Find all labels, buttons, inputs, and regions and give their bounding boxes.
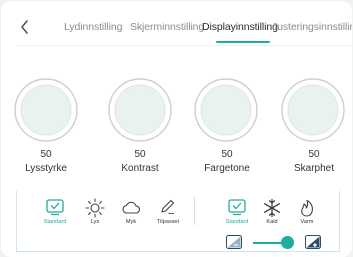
backlight-slider-thumb[interactable] (281, 236, 294, 249)
color-temp-kald[interactable]: Kald (254, 198, 290, 232)
snowflake-icon (263, 198, 280, 218)
color-temp-standard[interactable]: Standard (219, 198, 255, 232)
color-temp-label: Varm (300, 219, 314, 225)
tab-justeringsinnstilling[interactable]: Justeringsinnstilling (272, 21, 352, 33)
contrast-label: Kontrast (121, 163, 159, 174)
picture-mode-standard[interactable]: Standard (37, 198, 73, 232)
flame-icon (301, 199, 313, 217)
picture-mode-label: Tilpasset (156, 219, 180, 225)
sharpness-dial[interactable] (279, 76, 347, 144)
picture-mode-lys[interactable]: Lys (77, 198, 113, 232)
hue-value: 50 (221, 149, 233, 160)
back-arrow-icon[interactable] (15, 17, 35, 37)
hue-dial[interactable] (192, 76, 260, 144)
tab-skjerminnstilling[interactable]: Skjerminnstilling (130, 21, 204, 33)
check-monitor-icon (228, 199, 246, 216)
mode-divider (194, 197, 195, 225)
backlight-increase-icon[interactable] (305, 235, 321, 249)
pencil-icon (161, 199, 175, 215)
contrast-value: 50 (134, 149, 146, 160)
brightness-value: 50 (40, 149, 52, 160)
sharpness-value: 50 (308, 149, 320, 160)
active-tab-indicator (216, 41, 270, 43)
sun-icon (85, 198, 105, 218)
sharpness-label: Skarphet (293, 163, 335, 174)
tab-lydinnstilling[interactable]: Lydinnstilling (64, 21, 122, 33)
cloud-icon (122, 201, 141, 214)
contrast-dial[interactable] (106, 76, 174, 144)
picture-mode-myk[interactable]: Myk (113, 198, 149, 232)
brightness-dial[interactable] (12, 76, 80, 144)
settings-panel: Lydinnstilling Skjerminnstilling Display… (1, 1, 352, 257)
tab-displayinnstilling[interactable]: Displayinnstilling (202, 21, 278, 33)
tabs-divider (16, 45, 352, 46)
color-temp-varm[interactable]: Varm (289, 198, 325, 232)
brightness-label: Lysstyrke (25, 163, 67, 174)
hue-label: Fargetone (204, 163, 250, 174)
check-monitor-icon (46, 199, 64, 216)
picture-mode-tilpasset[interactable]: Tilpasset (150, 198, 186, 232)
backlight-decrease-icon[interactable] (226, 235, 242, 249)
